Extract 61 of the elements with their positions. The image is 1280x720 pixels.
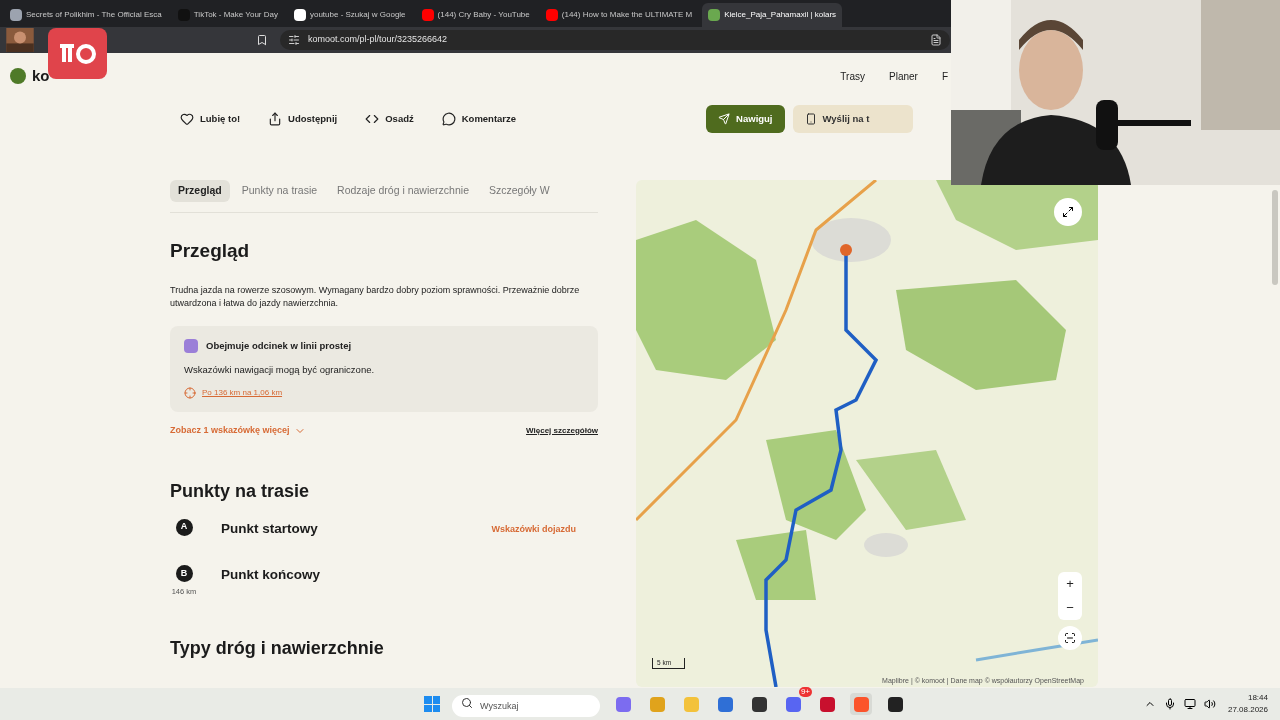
browser-tab[interactable]: Secrets of Polikhim - The Official Esca xyxy=(4,3,168,27)
microphone-icon[interactable] xyxy=(1163,698,1176,710)
nav-link[interactable]: Planer xyxy=(889,68,918,84)
action-button[interactable]: Udostępnij xyxy=(268,111,338,127)
volume-icon[interactable] xyxy=(1203,698,1216,710)
phone-icon xyxy=(804,113,817,125)
browser-tab[interactable]: TikTok - Make Your Day xyxy=(171,3,284,27)
action-button[interactable]: Lubię to! xyxy=(180,111,241,127)
section-tab[interactable]: Szczegóły W xyxy=(480,180,558,202)
action-button[interactable]: Osadź xyxy=(365,111,414,127)
browser-tab[interactable]: Kielce_Paja_Pahamaxil | kolars xyxy=(702,3,843,27)
favicon-icon xyxy=(10,9,22,21)
notification-badge: 9+ xyxy=(798,687,812,697)
description-text: Trudna jazda na rowerze szosowym. Wymagany bardzo dobry poziom sprawności. Przeważnie dobrze utwardzona i łatwa do jazdy nawierzchnia. xyxy=(170,283,581,310)
waypoint-name: Punkt startowy xyxy=(221,519,318,538)
favicon-icon xyxy=(708,9,721,21)
expand-icon xyxy=(1062,206,1074,218)
send-icon xyxy=(718,113,731,125)
search-icon xyxy=(461,696,473,709)
section-heading: Przegląd xyxy=(170,239,251,263)
section-heading: Punkty na trasie xyxy=(170,479,311,503)
stream-logo-icon xyxy=(48,28,107,79)
navigate-button[interactable]: Wyślij na t xyxy=(792,105,913,133)
recenter-icon xyxy=(1064,632,1076,644)
route-icon xyxy=(184,338,198,353)
network-icon[interactable] xyxy=(1183,698,1196,710)
clock-time: 18:44 xyxy=(1247,692,1268,704)
favicon-icon xyxy=(545,9,558,21)
target-icon xyxy=(184,387,196,399)
section-tab[interactable]: Punkty na trasie xyxy=(233,180,326,202)
notice-title: Obejmuje odcinek w linii prostej xyxy=(206,338,352,353)
code-icon xyxy=(365,112,380,126)
taskbar-search-field[interactable]: Wyszukaj xyxy=(452,694,600,717)
comment-icon xyxy=(441,112,456,126)
browser-tab[interactable]: youtube - Szukaj w Google xyxy=(287,3,412,27)
clock-date: 27.08.2026 xyxy=(1227,704,1268,716)
more-details-link[interactable]: Więcej szczegółów xyxy=(526,424,598,437)
waypoint-marker: B xyxy=(175,564,193,582)
waypoint-marker: A xyxy=(175,518,193,536)
section-tab[interactable]: Rodzaje dróg i nawierzchnie xyxy=(329,180,477,202)
scrollbar[interactable] xyxy=(1272,190,1278,285)
navigate-button[interactable]: Nawiguj xyxy=(706,105,785,133)
windows-start-icon[interactable] xyxy=(424,696,440,712)
section-heading: Typy dróg i nawierzchnie xyxy=(170,637,385,660)
favicon-icon xyxy=(293,9,306,21)
section-tab[interactable]: Przegląd xyxy=(170,180,230,202)
zoom-in-button[interactable]: + xyxy=(1058,572,1082,596)
zoom-out-button[interactable]: − xyxy=(1058,596,1082,620)
address-bar[interactable]: komoot.com/pl-pl/tour/3235266642 xyxy=(280,30,950,50)
nav-link[interactable]: Trasy xyxy=(840,68,865,84)
action-button[interactable]: Komentarze xyxy=(441,111,517,127)
waypoint-name: Punkt końcowy xyxy=(221,565,320,584)
favicon-icon xyxy=(421,9,434,21)
komoot-logo[interactable]: ko xyxy=(10,64,50,88)
browser-tab[interactable]: (144) How to Make the ULTIMATE M xyxy=(539,3,699,27)
nav-link[interactable]: F xyxy=(941,68,948,84)
browser-tab[interactable]: (144) Cry Baby - YouTube xyxy=(415,3,536,27)
notice-text: Wskazówki nawigacji mogą być ograniczone. xyxy=(184,362,376,377)
share-icon xyxy=(268,112,283,126)
bookmark-icon[interactable] xyxy=(256,34,268,46)
heart-icon xyxy=(180,112,194,126)
